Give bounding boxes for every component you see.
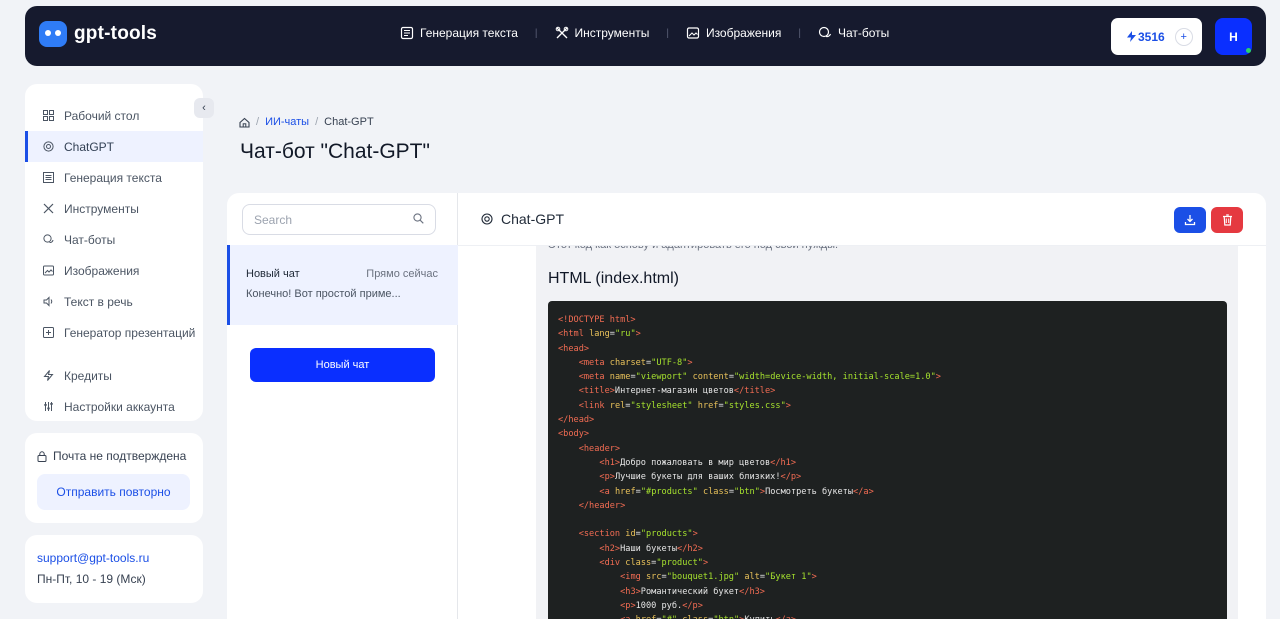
sidebar-item-text-to-speech[interactable]: Текст в речь [25,286,203,317]
sidebar-item-text-generation[interactable]: Генерация текста [25,162,203,193]
breadcrumb: / ИИ-чаты / Chat-GPT [239,116,374,128]
chat-icon [818,26,832,38]
chat-panel: Новый чат Прямо сейчас Конечно! Вот прос… [227,193,1266,619]
home-icon[interactable] [239,117,250,128]
sidebar-item-presentation-generator[interactable]: Генератор презентаций [25,317,203,348]
search-icon [413,213,424,224]
assistant-message: Этот код как основу и адаптировать его п… [536,237,1238,619]
sidebar-item-label: Инструменты [64,201,139,216]
sidebar: Рабочий стол ChatGPT Генерация текста Ин… [25,84,203,421]
topnav-label: Генерация текста [420,26,518,40]
topnav-label: Изображения [705,26,782,40]
credits-widget[interactable]: 3516 + [1111,18,1202,55]
breadcrumb-current: Chat-GPT [324,116,374,128]
openai-icon [43,141,54,152]
email-verification-card: Почта не подтверждена Отправить повторно [25,433,203,523]
top-navbar: gpt-tools Генерация текста | Инструменты… [25,6,1266,66]
sidebar-item-label: ChatGPT [64,139,115,154]
openai-icon [481,213,493,225]
breadcrumb-link-ai-chats[interactable]: ИИ-чаты [265,116,309,128]
topnav-label: Инструменты [574,26,650,40]
chat-preview: Конечно! Вот простой приме... [246,288,401,300]
credits-value: 3516 [1138,29,1165,44]
sidebar-item-label: Генератор презентаций [64,325,196,340]
sidebar-item-dashboard[interactable]: Рабочий стол [25,100,203,131]
email-unverified-notice: Почта не подтверждена [37,449,186,463]
chat-header: Chat-GPT [458,193,1266,246]
lightning-icon [43,370,54,381]
topnav-text-generation[interactable]: Генерация текста [400,26,518,40]
chat-list-item-header: Новый чат Прямо сейчас [246,268,458,280]
download-icon [1184,215,1196,226]
dashboard-icon [43,110,54,121]
sidebar-item-images[interactable]: Изображения [25,255,203,286]
sidebar-item-label: Кредиты [64,368,112,383]
avatar-letter: Н [1229,29,1238,44]
breadcrumb-separator: / [315,116,319,128]
support-email-link[interactable]: support@gpt-tools.ru [37,551,191,565]
download-chat-button[interactable] [1174,207,1206,233]
sidebar-collapse-button[interactable]: ‹ [194,98,214,118]
topnav-images[interactable]: Изображения [686,26,781,40]
chat-conversation: Chat-GPT Этот код как основу и адаптиров… [458,193,1266,619]
support-hours: Пн-Пт, 10 - 19 (Мск) [37,572,146,586]
topnav-chatbots[interactable]: Чат-боты [818,26,889,40]
sidebar-item-tools[interactable]: Инструменты [25,193,203,224]
new-chat-button[interactable]: Новый чат [250,348,435,382]
sidebar-item-chatbots[interactable]: Чат-боты [25,224,203,255]
resend-verification-button[interactable]: Отправить повторно [37,474,190,510]
tools-icon [555,26,568,39]
chat-name: Новый чат [246,268,300,280]
document-icon [43,172,54,183]
code-block[interactable]: <!DOCTYPE html> <html lang="ru"> <head> … [548,301,1227,619]
user-avatar[interactable]: Н [1215,18,1252,55]
chat-timestamp: Прямо сейчас [366,268,438,280]
email-unverified-text: Почта не подтверждена [53,449,187,463]
delete-chat-button[interactable] [1211,207,1243,233]
sidebar-item-credits[interactable]: Кредиты [25,360,203,391]
support-card: support@gpt-tools.ru Пн-Пт, 10 - 19 (Мск… [25,535,203,603]
sidebar-item-account-settings[interactable]: Настройки аккаунта [25,391,203,422]
online-status-dot [1246,48,1251,53]
chat-list-item[interactable]: Новый чат Прямо сейчас Конечно! Вот прос… [227,245,458,325]
breadcrumb-separator: / [256,116,260,128]
logo[interactable]: gpt-tools [39,21,157,47]
sidebar-item-label: Генерация текста [64,170,162,185]
nav-divider: | [534,27,538,39]
presentation-icon [43,327,54,338]
sidebar-item-label: Рабочий стол [64,108,140,123]
sidebar-item-label: Изображения [64,263,140,278]
credits-balance: 3516 [1127,30,1165,44]
nav-divider: | [666,27,669,39]
page-title: Чат-бот "Chat-GPT" [240,140,430,163]
topnav-tools[interactable]: Инструменты [555,26,650,40]
sidebar-item-label: Текст в речь [64,294,133,309]
trash-icon [1222,214,1232,226]
nav-divider: | [798,27,801,39]
brand-name: gpt-tools [74,23,158,44]
sidebar-item-label: Настройки аккаунта [64,399,175,414]
sidebar-item-chatgpt[interactable]: ChatGPT [25,131,203,162]
lightning-icon [1127,31,1136,42]
settings-icon [44,402,53,411]
chat-icon [43,234,54,244]
logo-mascot-icon [39,21,67,47]
chat-list-pane: Новый чат Прямо сейчас Конечно! Вот прос… [227,193,458,619]
sidebar-item-label: Чат-боты [64,232,116,247]
topnav-label: Чат-боты [837,26,890,40]
image-icon [686,27,700,39]
chat-search-input[interactable] [242,204,436,235]
code-section-heading: HTML (index.html) [548,270,679,287]
chat-title: Chat-GPT [501,211,565,227]
add-credits-button[interactable]: + [1174,27,1193,46]
tools-icon [43,203,54,214]
image-icon [43,265,54,276]
speaker-icon [43,296,53,307]
top-nav: Генерация текста | Инструменты | Изображ… [400,26,889,40]
document-icon [400,26,414,40]
lock-icon [37,450,47,462]
